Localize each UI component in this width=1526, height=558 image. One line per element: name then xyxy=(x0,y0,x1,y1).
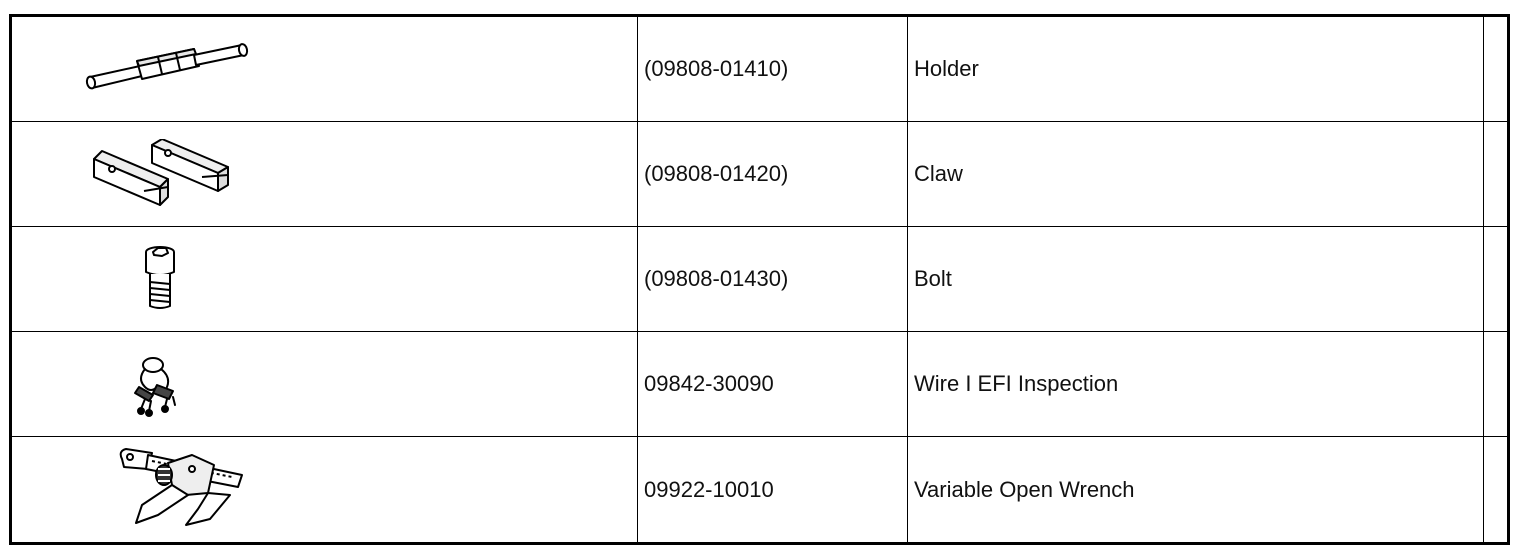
tool-illustration-cell xyxy=(12,332,638,437)
part-number-cell: 09922-10010 xyxy=(638,437,908,542)
wire-connector-icon xyxy=(127,349,197,419)
special-tools-table: (09808-01410) Holder (09808-01420) Claw … xyxy=(9,14,1510,545)
notes-cell xyxy=(1484,332,1507,437)
description-cell: Wire I EFI Inspection xyxy=(908,332,1484,437)
open-wrench-icon xyxy=(112,445,262,535)
holder-tool-icon xyxy=(82,39,252,99)
tool-illustration-cell xyxy=(12,227,638,332)
tool-illustration-cell xyxy=(12,122,638,227)
description-cell: Claw xyxy=(908,122,1484,227)
part-number-cell: 09842-30090 xyxy=(638,332,908,437)
claw-tool-icon xyxy=(82,139,252,209)
tool-illustration-cell xyxy=(12,437,638,542)
bolt-icon xyxy=(132,244,192,314)
notes-cell xyxy=(1484,17,1507,122)
part-number-cell: (09808-01410) xyxy=(638,17,908,122)
notes-cell xyxy=(1484,437,1507,542)
description-cell: Holder xyxy=(908,17,1484,122)
description-cell: Bolt xyxy=(908,227,1484,332)
notes-cell xyxy=(1484,227,1507,332)
tool-illustration-cell xyxy=(12,17,638,122)
notes-cell xyxy=(1484,122,1507,227)
description-cell: Variable Open Wrench xyxy=(908,437,1484,542)
part-number-cell: (09808-01420) xyxy=(638,122,908,227)
part-number-cell: (09808-01430) xyxy=(638,227,908,332)
